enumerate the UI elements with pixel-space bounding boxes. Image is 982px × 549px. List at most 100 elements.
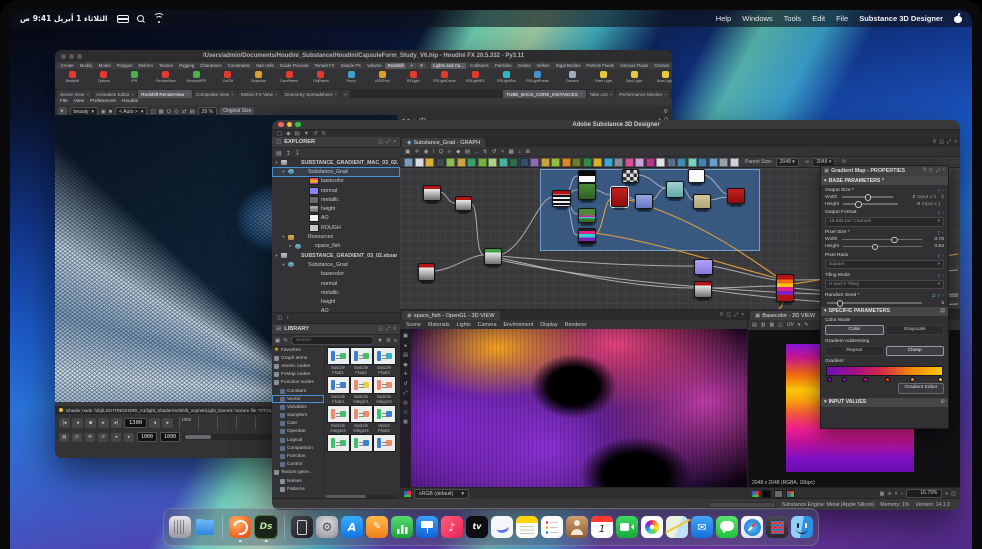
control-center-icon[interactable]: [117, 15, 127, 23]
grid-icon[interactable]: ▦: [509, 149, 514, 155]
close-icon[interactable]: ×: [664, 92, 667, 97]
zoom-level-field[interactable]: 16.79%: [906, 489, 942, 498]
add-node-button[interactable]: [436, 158, 445, 167]
snapshot-icon[interactable]: ◉: [424, 149, 429, 155]
output-width-value[interactable]: 2: [897, 195, 915, 200]
library-node-item[interactable]: [327, 434, 349, 462]
caret-icon[interactable]: ▾: [274, 253, 279, 259]
stop-icon[interactable]: ■: [109, 109, 112, 115]
library-node-item[interactable]: Swizzle Float1: [327, 347, 349, 375]
clear-icon[interactable]: ×: [895, 491, 898, 497]
shelf-menu-button[interactable]: ▾: [417, 63, 426, 69]
menu-item[interactable]: Renderer: [565, 322, 587, 328]
shelf-tool[interactable]: ObjParms: [305, 70, 336, 83]
explorer-tree-item[interactable]: ▾ Resources: [272, 232, 400, 241]
add-node-button[interactable]: [709, 158, 718, 167]
menu-caret-icon[interactable]: ▾: [798, 322, 801, 328]
library-category[interactable]: Samplers: [272, 412, 324, 420]
explorer-tree-item[interactable]: basecolor: [272, 270, 400, 279]
add-node-button[interactable]: [646, 158, 655, 167]
add-node-button[interactable]: [614, 158, 623, 167]
explorer-tree-item[interactable]: ▾ SUBSTANCE_GRADIENT_03_02.sbsar: [272, 251, 400, 260]
filter-icon[interactable]: ▼: [377, 338, 382, 344]
add-shelf-tab-button[interactable]: +: [407, 63, 416, 69]
menu-item[interactable]: Tools: [784, 14, 802, 23]
loop-icon[interactable]: ↺: [98, 433, 108, 442]
pin-icon[interactable]: ⚲: [933, 139, 937, 145]
close-icon[interactable]: ×: [954, 139, 957, 145]
shelf-tool[interactable]: Redshift: [57, 70, 88, 83]
pane-tab[interactable]: TUBE_BACK_CORE_INSTANCES×: [503, 90, 585, 98]
menu-item[interactable]: Windows: [742, 14, 772, 23]
function-icon[interactable]: ƒ: [938, 188, 941, 193]
scale-icon[interactable]: ⤢: [403, 390, 407, 396]
graph-node[interactable]: [552, 190, 571, 207]
dock-icon-launchpad[interactable]: [766, 516, 788, 538]
add-node-button[interactable]: [719, 158, 728, 167]
graph-node[interactable]: [578, 170, 596, 183]
gear-icon[interactable]: ⚙: [940, 399, 945, 405]
close-icon[interactable]: ×: [186, 92, 189, 97]
maximize-icon[interactable]: ⤢: [936, 168, 940, 174]
addressing-repeat-button[interactable]: Repeat: [825, 346, 884, 356]
dock-icon-trash[interactable]: [169, 516, 191, 538]
pixel-height-slider[interactable]: [843, 246, 922, 247]
function-icon[interactable]: ƒ: [938, 253, 941, 258]
close-icon[interactable]: ×: [86, 92, 89, 97]
library-category[interactable]: ★ Favorites: [272, 346, 324, 354]
fit-icon[interactable]: ◱: [778, 322, 783, 328]
gradient-preview-bar[interactable]: [826, 366, 943, 376]
dock-icon-system-settings[interactable]: ⚙: [316, 516, 338, 538]
explorer-tree-item[interactable]: ▸ space_fish: [272, 242, 400, 251]
shelf-tool[interactable]: Camera: [557, 70, 588, 83]
add-node-button[interactable]: [478, 158, 487, 167]
dock-icon-pages[interactable]: ✎: [366, 516, 388, 538]
explorer-tree-item[interactable]: metallic: [272, 288, 400, 297]
save-icon[interactable]: ▤: [276, 150, 282, 157]
lock-icon[interactable]: ◫: [150, 109, 155, 115]
range-end-field[interactable]: 1000: [160, 432, 180, 442]
close-icon[interactable]: ×: [132, 92, 135, 97]
base-parameters-header[interactable]: BASE PARAMETERS *: [829, 178, 884, 184]
shelf-tab[interactable]: Terrain FX: [312, 63, 337, 69]
shelf-tool[interactable]: ViewportIPR: [181, 70, 212, 83]
snapshot-icon[interactable]: ◉: [101, 109, 106, 115]
menu-item[interactable]: Environment: [504, 322, 534, 328]
caret-icon[interactable]: ▾: [824, 308, 827, 314]
material-icon[interactable]: ◉: [403, 362, 407, 368]
window-controls[interactable]: [278, 122, 301, 128]
library-category[interactable]: Constant: [272, 387, 324, 395]
shelf-tab[interactable]: Modify: [77, 63, 95, 69]
table-icon[interactable]: ⊞: [526, 149, 531, 155]
close-icon[interactable]: ×: [275, 92, 278, 97]
graph-tab[interactable]: ◆ Substance_Grad - GRAPH: [402, 138, 485, 147]
rotate-icon[interactable]: ↺: [403, 381, 407, 387]
library-category[interactable]: Cast: [272, 420, 324, 428]
view2d-tab[interactable]: ▣ Basecolor - 2D VIEW: [750, 311, 820, 320]
tiling-mode-select[interactable]: H and V Tiling▾: [825, 280, 944, 290]
reset-icon[interactable]: ▫: [942, 293, 944, 299]
menu-item[interactable]: Preferences: [90, 99, 116, 104]
pixel-height-value[interactable]: 0.54: [926, 244, 944, 249]
dock-icon-apple-tv[interactable]: tv: [466, 516, 488, 538]
shelf-tool[interactable]: Snapshot: [243, 70, 274, 83]
graph-node[interactable]: [578, 228, 596, 244]
node-icon[interactable]: ◆: [456, 149, 460, 155]
range-start-field[interactable]: 1000: [137, 432, 157, 442]
add-node-button[interactable]: [446, 158, 455, 167]
pixel-ratio-select[interactable]: Square▾: [825, 260, 944, 270]
add-node-button[interactable]: [635, 158, 644, 167]
dock-icon-substance-designer[interactable]: Ds: [254, 515, 278, 539]
caret-icon[interactable]: ▾: [281, 234, 286, 240]
shelf-tool[interactable]: USDProc: [367, 70, 398, 83]
menu-item[interactable]: Display: [540, 322, 557, 328]
graph-node[interactable]: [578, 183, 596, 200]
output-height-value[interactable]: 0: [902, 202, 920, 207]
dock-icon-calendar[interactable]: 1: [591, 516, 613, 538]
link-icon[interactable]: ∞: [448, 149, 452, 155]
explorer-tree-item[interactable]: height: [272, 204, 400, 213]
zoom-icon[interactable]: Q: [167, 109, 171, 115]
stop-button[interactable]: ■: [85, 418, 96, 428]
graph-node[interactable]: [694, 281, 712, 298]
graph-node[interactable]: [455, 196, 472, 211]
